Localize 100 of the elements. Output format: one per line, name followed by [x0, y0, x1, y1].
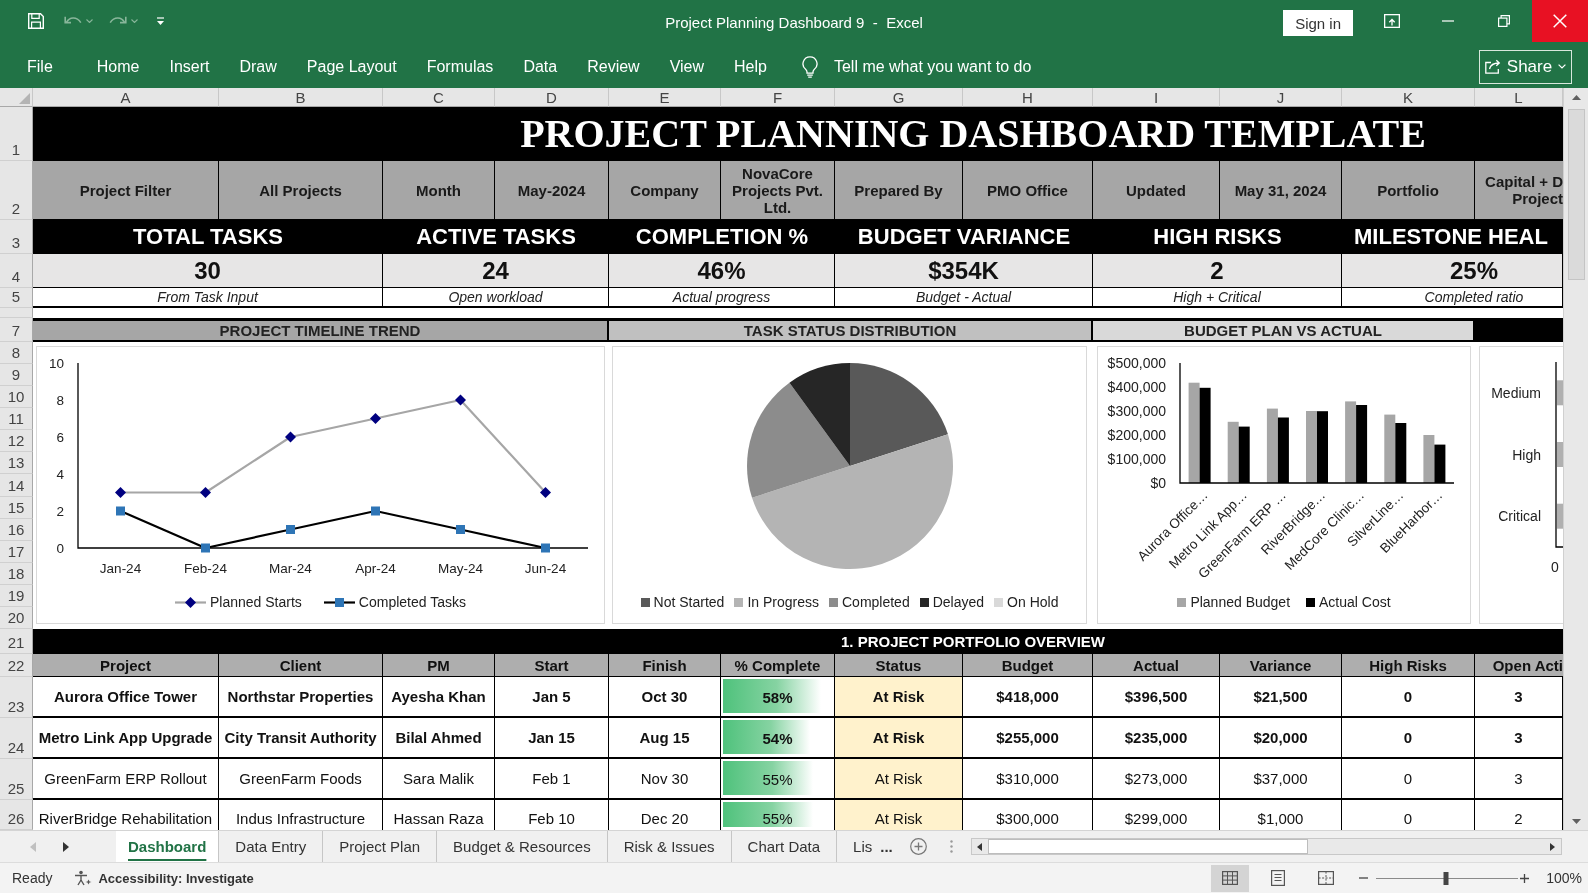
column-heading: Start	[495, 654, 609, 677]
table-cell: Northstar Properties	[219, 677, 383, 718]
caret-icon	[1558, 64, 1567, 69]
minus-icon[interactable]	[1359, 877, 1369, 879]
zoom-level[interactable]: 100%	[1546, 870, 1582, 886]
table-cell: Bilal Ahmed	[383, 718, 495, 759]
table-cell: $21,500	[1220, 677, 1342, 718]
scrollbar-thumb[interactable]	[1567, 109, 1585, 280]
axis-label: $300,000	[1107, 403, 1166, 419]
column-header: C	[383, 88, 495, 107]
filter-value: Capital + D Project	[1475, 161, 1563, 220]
column-header: B	[219, 88, 383, 107]
table-cell: 0	[1342, 677, 1475, 718]
axis-label: May-24	[438, 561, 483, 576]
axis-label: $200,000	[1107, 427, 1166, 443]
accessibility-status[interactable]: Accessibility: Investigate	[98, 870, 254, 886]
row-number: 2	[0, 161, 33, 220]
bar	[1266, 408, 1278, 483]
axis-label: $400,000	[1107, 379, 1166, 395]
table-cell: City Transit Authority	[219, 718, 383, 759]
column-heading: Budget	[963, 654, 1093, 677]
filter-value: PMO Office	[963, 161, 1093, 220]
kpi-note: Open workload	[383, 288, 609, 308]
row-number: 21	[0, 629, 33, 654]
section-header: TASK STATUS DISTRIBUTION	[609, 318, 1093, 342]
row-number: 17	[0, 540, 33, 563]
sign-in-button[interactable]: Sign in	[1283, 10, 1353, 36]
row-header	[0, 308, 33, 318]
table-cell: $235,000	[1093, 718, 1220, 759]
column-header: I	[1093, 88, 1220, 107]
row-number: 5	[0, 288, 33, 308]
ribbon-tab[interactable]: Home	[81, 51, 155, 82]
ribbon-tab[interactable]: Review	[572, 51, 655, 82]
bar	[1384, 414, 1396, 483]
right-arrow-icon[interactable]	[63, 841, 69, 852]
ribbon-tab[interactable]: Formulas	[411, 51, 509, 82]
axis-label: Jun-24	[524, 561, 567, 576]
ribbon-tab[interactable]: Data	[508, 51, 573, 82]
percent-text: 58%	[762, 688, 793, 705]
table-cell: $37,000	[1220, 759, 1342, 800]
view-button[interactable]	[1211, 864, 1250, 892]
caret-icon[interactable]	[131, 19, 138, 23]
left-arrow-icon[interactable]	[976, 842, 982, 851]
axis-label: Mar-24	[269, 561, 312, 576]
section-title: 1. PROJECT PORTFOLIO OVERVIEW	[841, 633, 1105, 650]
person-icon[interactable]	[74, 870, 93, 886]
table-cell: Jan 15	[495, 718, 609, 759]
legend-label: Completed	[842, 594, 910, 610]
table-cell: Jan 5	[495, 677, 609, 718]
scrollbar-thumb[interactable]	[987, 839, 1308, 854]
row-number: 3	[0, 220, 33, 254]
sheet-tab[interactable]: Dashboard	[116, 831, 220, 862]
table-cell: 0	[1342, 759, 1475, 800]
column-header: K	[1342, 88, 1475, 107]
kpi-value: 30	[33, 254, 383, 288]
lightbulb-icon[interactable]	[801, 55, 818, 78]
vertical-dots-icon[interactable]	[949, 840, 953, 853]
row-number: 11	[0, 408, 33, 431]
save-icon[interactable]	[28, 13, 44, 29]
ribbon-tab[interactable]: Page Layout	[291, 51, 412, 82]
restore-icon[interactable]	[1498, 15, 1510, 27]
row-number: 23	[0, 677, 33, 718]
kpi-title: MILESTONE HEAL	[1342, 220, 1563, 254]
ribbon-tab[interactable]: View	[654, 51, 720, 82]
ribbon-tab[interactable]: Help	[719, 51, 782, 82]
ribbon-tab[interactable]: File	[12, 51, 68, 82]
kpi-title: ACTIVE TASKS	[383, 220, 609, 254]
filter-value: All Projects	[219, 161, 383, 220]
filter-label: Portfolio	[1342, 161, 1475, 220]
status-cell: At Risk	[835, 677, 963, 718]
section-header: BUDGET PLAN VS ACTUAL	[1093, 318, 1475, 342]
legend-label: In Progress	[747, 594, 819, 610]
plus-circle-icon[interactable]	[909, 838, 927, 855]
row-number: 1	[0, 107, 33, 161]
table-cell: Feb 1	[495, 759, 609, 800]
share-button[interactable]: Share	[1479, 49, 1572, 84]
right-arrow-icon[interactable]	[1549, 842, 1555, 851]
more-sheets[interactable]: ...	[880, 838, 893, 855]
caret-icon[interactable]	[86, 19, 93, 23]
column-heading: Project	[33, 654, 219, 677]
table-cell: $255,000	[963, 718, 1093, 759]
kpi-note: Completed ratio	[1342, 288, 1563, 308]
down-arrow-icon[interactable]	[1571, 819, 1581, 824]
kpi-title: TOTAL TASKS	[33, 220, 383, 254]
ribbon-tab[interactable]: Insert	[154, 51, 225, 82]
bar	[1345, 401, 1357, 483]
plus-icon[interactable]	[1520, 873, 1530, 883]
ribbon-tab[interactable]: Draw	[224, 51, 292, 82]
legend-label: Planned Budget	[1190, 594, 1290, 610]
customize-caret-icon[interactable]	[156, 16, 165, 26]
axis-label: High	[1512, 446, 1541, 463]
sheet-tab[interactable]: Lis	[837, 831, 873, 862]
row-number: 26	[0, 800, 33, 830]
up-arrow-icon[interactable]	[1571, 95, 1581, 100]
column-heading: High Risks	[1342, 654, 1475, 677]
search-field[interactable]: Tell me what you want to do	[833, 57, 1039, 76]
legend-label: Planned Starts	[210, 594, 302, 610]
slider-thumb[interactable]	[1443, 871, 1449, 885]
kpi-value: 24	[383, 254, 609, 288]
kpi-value: $354K	[835, 254, 1093, 288]
